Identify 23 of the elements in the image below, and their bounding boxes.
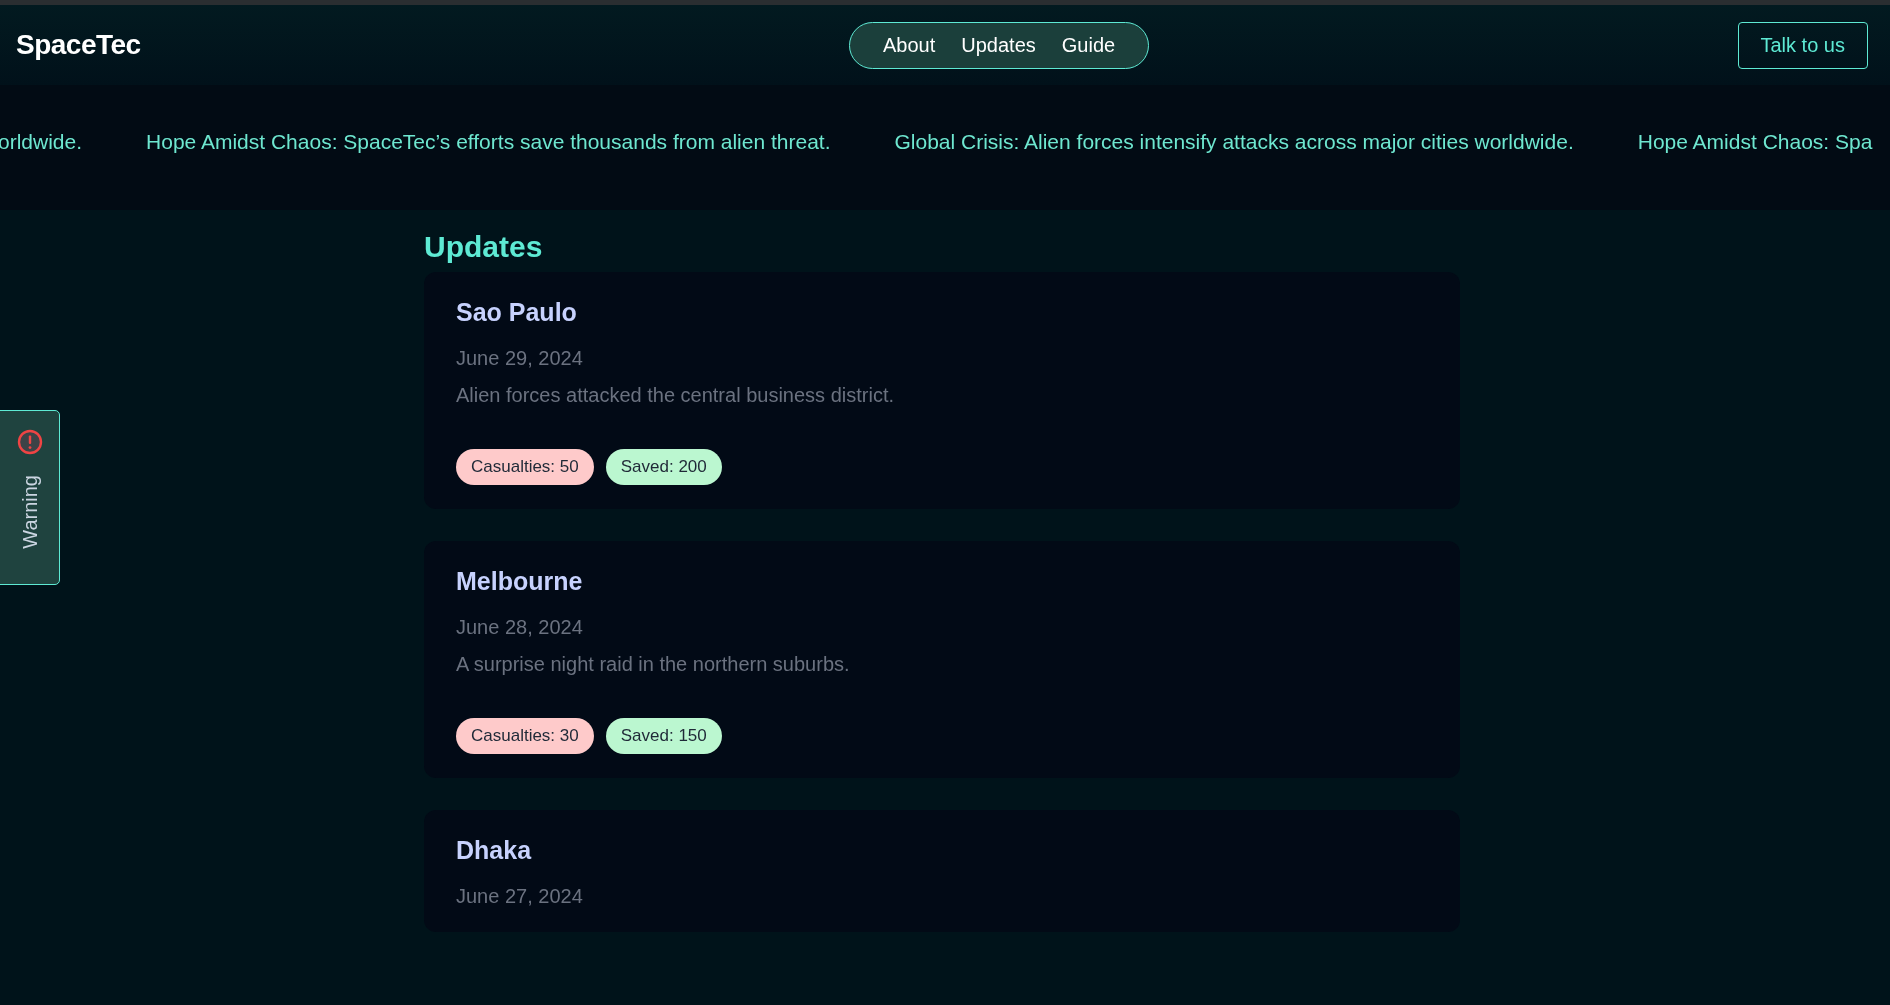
update-date: June 28, 2024: [456, 616, 584, 639]
saved-count: Saved: 200: [605, 449, 722, 485]
warning-tab[interactable]: Warning: [0, 410, 60, 585]
update-date: June 27, 2024: [456, 885, 584, 908]
warning-icon: [17, 429, 43, 455]
update-description: Alien forces attacked the central business district.: [456, 384, 895, 407]
nav-link[interactable]: Updates: [961, 33, 1036, 57]
casualty-count: Casualties: 50: [456, 449, 594, 485]
section-heading: Updates: [424, 230, 544, 264]
logo[interactable]: SpaceTec: [16, 29, 141, 61]
ticker-headline: Global Crisis: Alien forces intensify attacks across major cities worldwide.: [894, 129, 1574, 154]
city-name: Melbourne: [456, 567, 584, 596]
update-description: A surprise night raid in the northern suburbs.: [456, 653, 851, 676]
city-name: Dhaka: [456, 836, 533, 865]
update-date: June 29, 2024: [456, 347, 584, 370]
nav-link[interactable]: About: [883, 33, 936, 57]
casualty-count: Casualties: 30: [456, 718, 594, 754]
nav-link[interactable]: Guide: [1061, 33, 1116, 57]
talk-to-us-button[interactable]: Talk to us: [1737, 21, 1868, 69]
ticker-headline: Hope Amidst Chaos: SpaceTec’s efforts save thousands from alien threat.: [146, 129, 831, 154]
city-name: Sao Paulo: [456, 298, 578, 327]
saved-count: Saved: 150: [605, 718, 722, 754]
ticker-headline: Hope Amidst Chaos: Spa: [1637, 129, 1873, 154]
